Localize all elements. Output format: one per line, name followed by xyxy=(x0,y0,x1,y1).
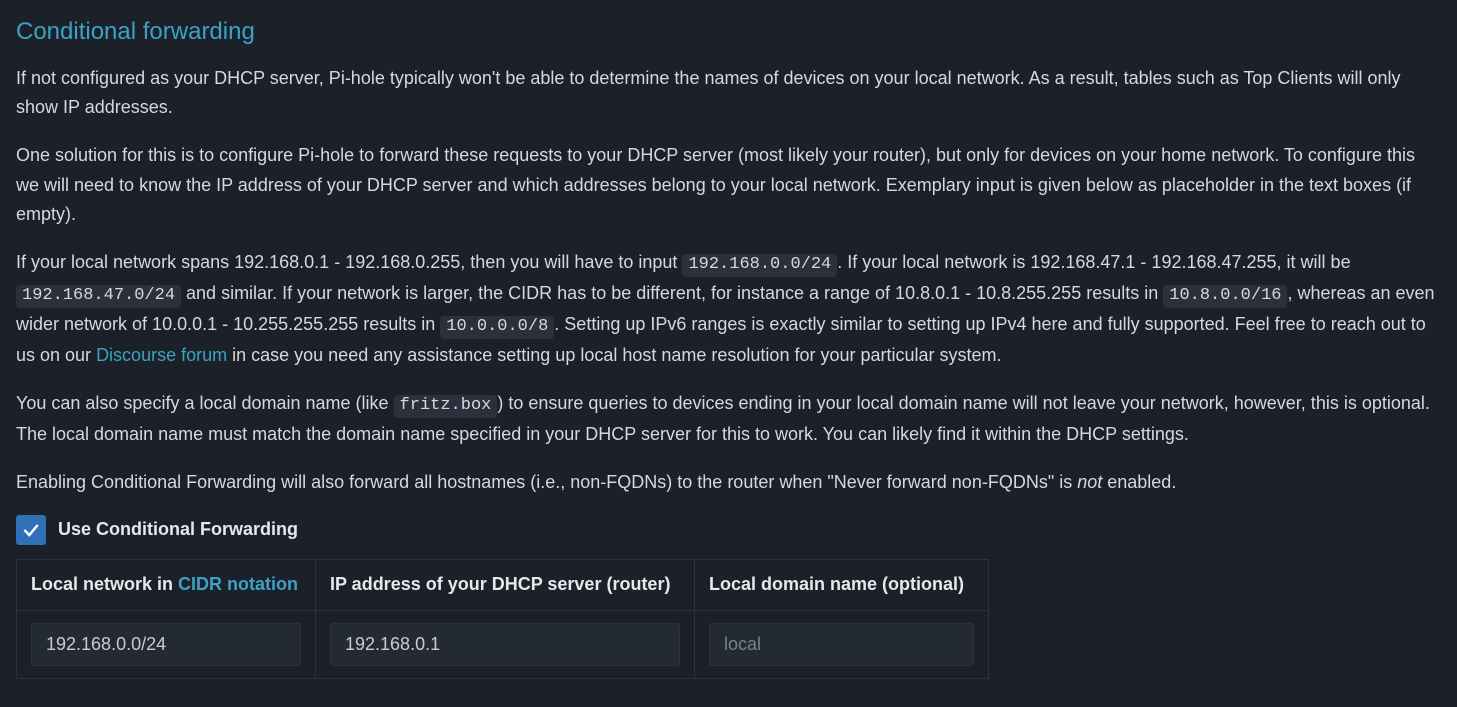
use-conditional-forwarding-checkbox[interactable] xyxy=(16,515,46,545)
text: enabled. xyxy=(1102,472,1176,492)
paragraph-cidr-explain: If your local network spans 192.168.0.1 … xyxy=(16,248,1441,371)
code-cidr-3: 10.8.0.0/16 xyxy=(1163,285,1287,308)
text: Enabling Conditional Forwarding will als… xyxy=(16,472,1077,492)
header-local-network: Local network in CIDR notation xyxy=(17,560,316,611)
code-cidr-4: 10.0.0.0/8 xyxy=(440,316,554,339)
paragraph-local-domain: You can also specify a local domain name… xyxy=(16,389,1441,450)
text: Local network in xyxy=(31,574,178,594)
check-icon xyxy=(21,520,41,540)
discourse-forum-link[interactable]: Discourse forum xyxy=(96,345,227,365)
local-network-input[interactable] xyxy=(31,623,301,666)
conditional-forwarding-section: Conditional forwarding If not configured… xyxy=(0,0,1457,707)
local-domain-input[interactable] xyxy=(709,623,974,666)
text: You can also specify a local domain name… xyxy=(16,393,394,413)
code-cidr-1: 192.168.0.0/24 xyxy=(682,254,837,277)
table-row xyxy=(17,610,989,678)
header-local-domain: Local domain name (optional) xyxy=(695,560,989,611)
text: in case you need any assistance setting … xyxy=(227,345,1001,365)
paragraph-forwarding-note: Enabling Conditional Forwarding will als… xyxy=(16,468,1441,498)
text: . If your local network is 192.168.47.1 … xyxy=(837,252,1350,272)
paragraph-intro-2: One solution for this is to configure Pi… xyxy=(16,141,1441,230)
code-fritzbox: fritz.box xyxy=(394,395,498,418)
text: and similar. If your network is larger, … xyxy=(181,283,1163,303)
use-conditional-forwarding-label[interactable]: Use Conditional Forwarding xyxy=(58,515,298,545)
text: If your local network spans 192.168.0.1 … xyxy=(16,252,682,272)
dhcp-ip-input[interactable] xyxy=(330,623,680,666)
code-cidr-2: 192.168.47.0/24 xyxy=(16,285,181,308)
section-heading: Conditional forwarding xyxy=(16,12,1441,52)
conditional-forwarding-table: Local network in CIDR notation IP addres… xyxy=(16,559,989,679)
cidr-notation-link[interactable]: CIDR notation xyxy=(178,574,298,594)
header-dhcp-ip: IP address of your DHCP server (router) xyxy=(316,560,695,611)
table-header-row: Local network in CIDR notation IP addres… xyxy=(17,560,989,611)
emphasis-not: not xyxy=(1077,472,1102,492)
use-conditional-forwarding-row: Use Conditional Forwarding xyxy=(16,515,1441,545)
paragraph-intro-1: If not configured as your DHCP server, P… xyxy=(16,64,1441,123)
